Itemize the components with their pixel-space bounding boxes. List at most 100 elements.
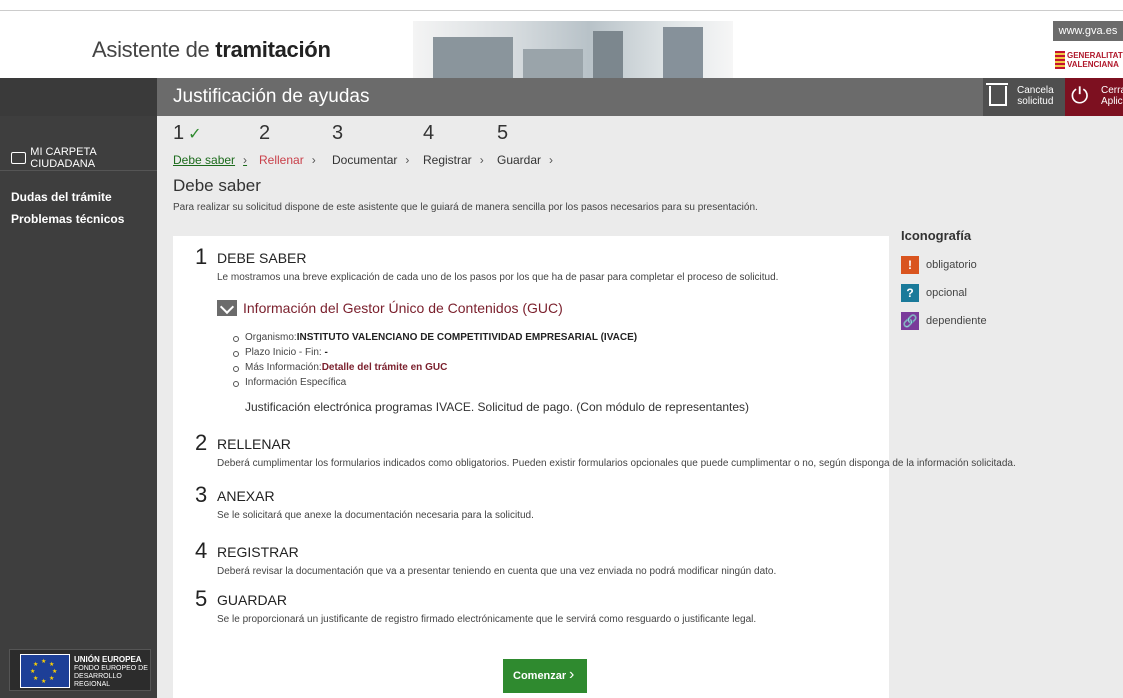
plazo-value: - [324, 347, 328, 358]
check-icon: ✓ [188, 126, 202, 143]
briefcase-icon [11, 152, 27, 164]
main-content: 1 ✓ 2 3 4 5 Debe saber › Rellenar › Documen… [157, 116, 1123, 698]
cancel-request-button[interactable]: Cancela solicitud [983, 78, 1065, 116]
legend-label: dependiente [926, 315, 987, 327]
section-heading: ANEXAR [217, 488, 275, 504]
step-label: Rellenar [259, 153, 304, 167]
mi-carpeta-label: MI CARPETA CIUDADANA [30, 146, 97, 170]
mi-carpeta-link[interactable]: MI CARPETA CIUDADANA [11, 146, 157, 170]
section-number: 1 [195, 244, 208, 269]
guc-detail-link[interactable]: Detalle del trámite en GUC [322, 362, 448, 373]
chevron-right-icon: › [479, 153, 484, 167]
page-subtitle: Para realizar su solicitud dispone de es… [173, 202, 758, 213]
optional-icon: ? [901, 284, 919, 302]
step-number-3: 3 [332, 122, 344, 144]
legend-dependiente: 🔗 dependiente [901, 312, 987, 330]
especifica-label: Información Específica [245, 377, 347, 388]
cancel-label-line2: solicitud [1017, 96, 1054, 107]
close-label-line1: Cerrar [1101, 85, 1123, 96]
legend-label: opcional [926, 287, 967, 299]
section-desc: Se le proporcionará un justificante de r… [217, 614, 757, 625]
sidebar-top [0, 78, 157, 116]
organismo-value: INSTITUTO VALENCIANO DE COMPETITIVIDAD E… [296, 332, 638, 343]
section-heading: DEBE SABER [217, 250, 307, 266]
section-number: 5 [195, 586, 208, 611]
eu-flag-icon: ★ ★ ★ ★ ★ ★ ★ ★ [20, 654, 70, 688]
section-number: 2 [195, 430, 208, 455]
section-desc: Se le solicitará que anexe la documentac… [217, 510, 534, 521]
iconography-legend: Iconografía ! obligatorio ? opcional 🔗 d… [901, 228, 987, 330]
section-heading: REGISTRAR [217, 544, 299, 560]
step-label: Guardar [497, 153, 542, 167]
procedure-title: Justificación de ayudas [173, 86, 370, 107]
top-strip [0, 0, 1123, 10]
sidebar-link-dudas[interactable]: Dudas del trámite [11, 190, 112, 204]
section-desc: Deberá cumplimentar los formularios indi… [217, 458, 1016, 469]
chevron-right-icon: › [549, 153, 554, 167]
specific-info-text: Justificación electrónica programas IVAC… [245, 400, 750, 414]
app-header: Asistente de tramitación www.gva.es GENE… [0, 10, 1123, 89]
close-label-line2: Aplicación [1101, 96, 1123, 107]
chevron-right-icon: › [243, 153, 248, 167]
eu-line3: DESARROLLO REGIONAL [74, 673, 122, 688]
step-label: Documentar [332, 153, 398, 167]
info-especifica: Información Específica [233, 377, 637, 392]
close-label: Cerrar Aplicación [1101, 85, 1123, 107]
step-number-4: 4 [423, 122, 435, 144]
mandatory-icon: ! [901, 256, 919, 274]
power-icon: ⏻ [1071, 83, 1089, 108]
info-mas: Más Información:Detalle del trámite en G… [233, 362, 637, 377]
mas-label: Más Información: [245, 362, 322, 373]
info-organismo: Organismo:INSTITUTO VALENCIANO DE COMPET… [233, 332, 637, 347]
cancel-label: Cancela solicitud [1017, 85, 1054, 107]
step-rellenar[interactable]: Rellenar › [259, 153, 316, 167]
app-title: Asistente de tramitación [92, 37, 331, 63]
guc-title: Información del Gestor Único de Contenid… [243, 300, 563, 316]
organismo-label: Organismo: [245, 332, 297, 343]
chevron-down-icon [217, 300, 237, 316]
close-app-button[interactable]: ⏻ Cerrar Aplicación [1065, 78, 1123, 116]
step-number-1-text: 1 [173, 122, 185, 144]
page-title: Debe saber [173, 176, 261, 195]
section-number: 4 [195, 538, 208, 563]
eu-logo: ★ ★ ★ ★ ★ ★ ★ ★ UNIÓN EUROPEA FONDO EUROPEO D… [9, 649, 151, 691]
legend-obligatorio: ! obligatorio [901, 256, 977, 274]
generalitat-logo[interactable]: GENERALITAT VALENCIANA [1055, 51, 1123, 69]
eu-line1: UNIÓN EUROPEA [74, 655, 142, 664]
section-heading: GUARDAR [217, 592, 288, 608]
sidebar-link-problemas[interactable]: Problemas técnicos [11, 212, 124, 226]
dependent-link-icon: 🔗 [901, 312, 919, 330]
step-documentar[interactable]: Documentar › [332, 153, 409, 167]
legend-label: obligatorio [926, 259, 977, 271]
gva-link[interactable]: www.gva.es [1053, 21, 1123, 41]
generalitat-logo-icon [1055, 51, 1065, 69]
app-title-bold: tramitación [215, 37, 331, 62]
section-number: 3 [195, 482, 208, 507]
logo-line1: GENERALITAT [1067, 51, 1123, 60]
step-label: Registrar [423, 153, 472, 167]
trash-icon [986, 83, 1008, 106]
guc-info-list: Organismo:INSTITUTO VALENCIANO DE COMPET… [233, 332, 637, 392]
step-label: Debe saber [173, 153, 236, 167]
comenzar-label: Comenzar [513, 670, 567, 682]
title-bar: Justificación de ayudas Cancela solicitu… [157, 78, 1123, 116]
logo-line2: VALENCIANA [1067, 60, 1119, 69]
app-title-prefix: Asistente de [92, 37, 210, 62]
step-number-2: 2 [259, 122, 271, 144]
sidebar: MI CARPETA CIUDADANA Dudas del trámite P… [0, 78, 157, 698]
comenzar-button[interactable]: Comenzar › [503, 659, 587, 693]
eu-line2: FONDO EUROPEO DE [74, 665, 148, 672]
step-registrar[interactable]: Registrar › [423, 153, 484, 167]
plazo-label: Plazo Inicio - Fin: [245, 347, 322, 358]
eu-text: UNIÓN EUROPEA FONDO EUROPEO DE DESARROLL… [74, 656, 150, 689]
info-plazo: Plazo Inicio - Fin: - [233, 347, 637, 362]
step-guardar[interactable]: Guardar › [497, 153, 553, 167]
chevron-right-icon: › [405, 153, 410, 167]
steps-info-card: 1 DEBE SABER Le mostramos una breve expl… [173, 236, 1016, 698]
chevron-right-icon: › [311, 153, 316, 167]
cancel-label-line1: Cancela [1017, 85, 1054, 96]
sidebar-divider [0, 170, 157, 171]
chevron-right-icon: › [569, 666, 575, 683]
iconography-title: Iconografía [901, 228, 972, 243]
step-debe-saber[interactable]: Debe saber › [173, 153, 247, 167]
